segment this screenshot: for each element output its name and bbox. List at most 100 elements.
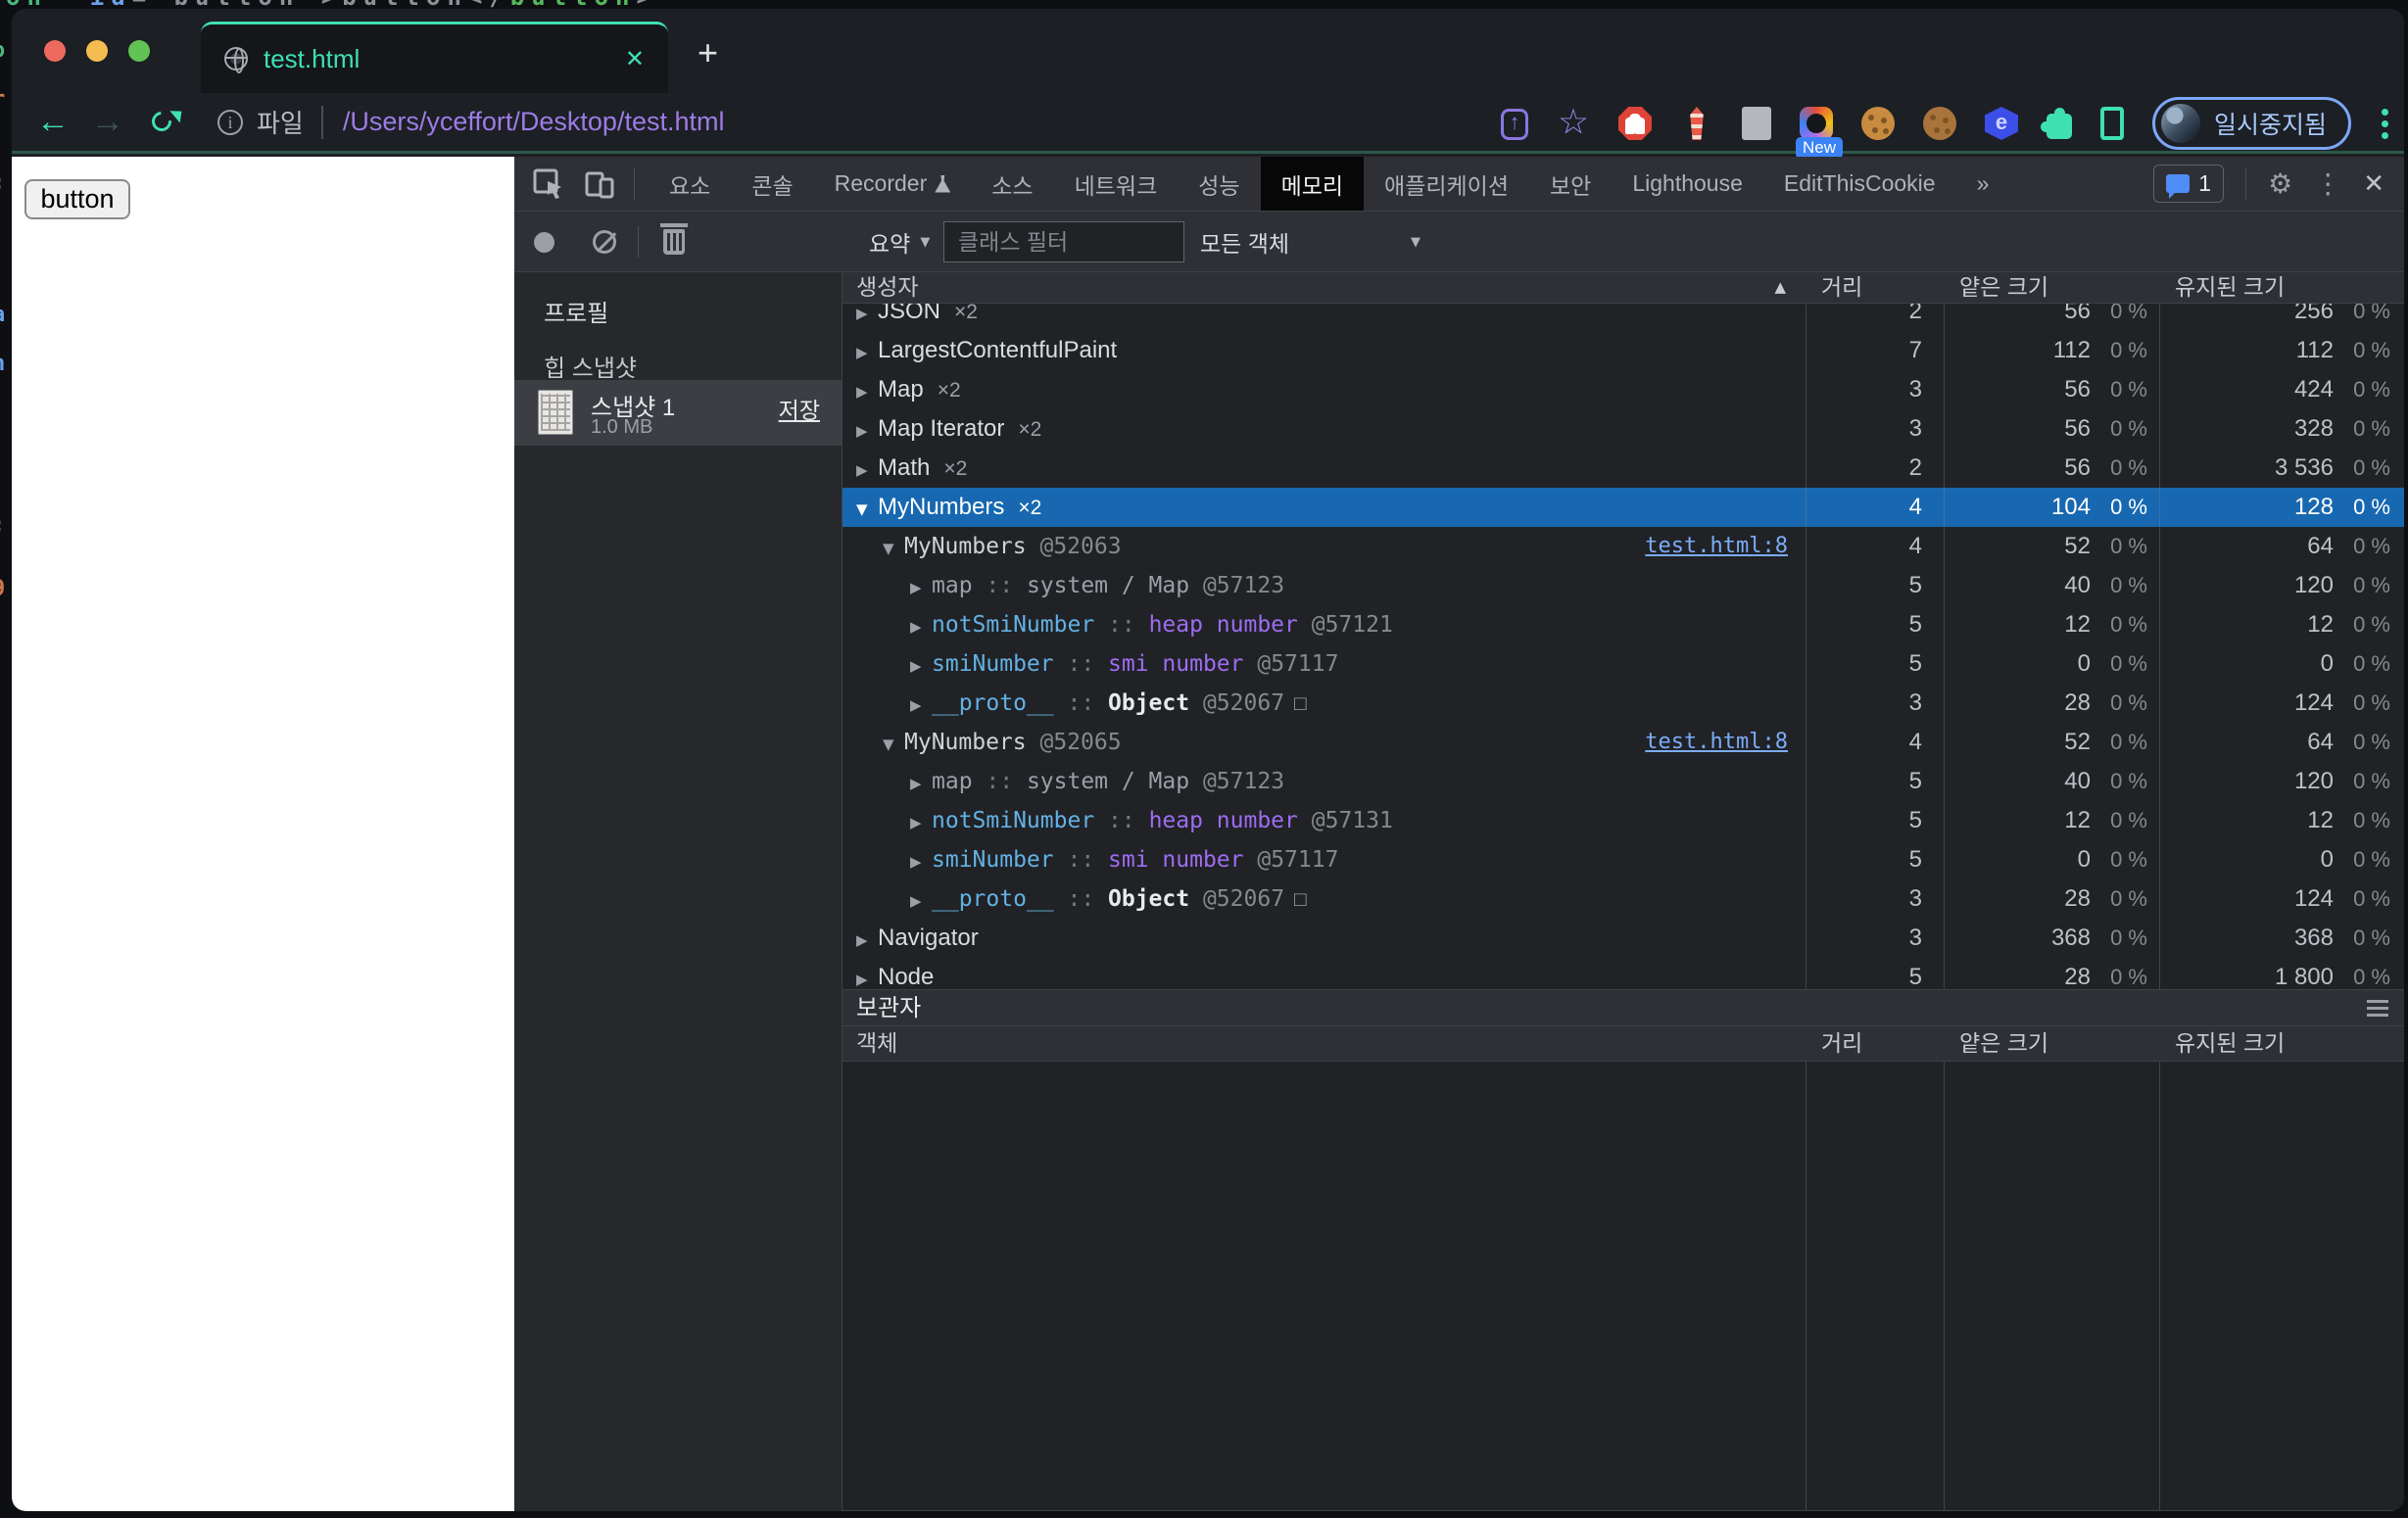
window-zoom-button[interactable] [128, 40, 150, 62]
gray-square-extension-icon[interactable] [1741, 107, 1771, 140]
instance-row[interactable]: ▼ MyNumbers @52065 test.html:8 4 52 0 % 64 0 % [843, 723, 2404, 762]
devtools-menu-kebab-icon[interactable]: ⋮ [2314, 167, 2341, 200]
cookie-extension-icon[interactable] [1860, 107, 1895, 140]
perspective-select[interactable]: 요약 ▼ [869, 212, 930, 272]
devtools-close-icon[interactable]: ✕ [2363, 169, 2384, 199]
retainers-menu-icon[interactable] [2367, 1000, 2388, 1017]
devtools-tab-»[interactable]: » [1956, 157, 2010, 211]
adblock-extension-icon[interactable] [1617, 107, 1652, 140]
property-row[interactable]: ▶ notSmiNumber :: heap number @57121 5 12 0 … [843, 605, 2404, 644]
expand-arrow-icon[interactable]: ▶ [856, 372, 878, 409]
class-filter-input[interactable] [943, 221, 1184, 262]
inspect-element-icon[interactable] [532, 167, 565, 201]
forward-button[interactable]: → [80, 103, 135, 141]
column-header-object[interactable]: 객체 [843, 1026, 1807, 1062]
share-extension-icon[interactable] [1500, 108, 1528, 140]
column-header-retained-size[interactable]: 유지된 크기 [2161, 1026, 2404, 1062]
expand-arrow-icon[interactable]: ▶ [910, 764, 932, 801]
column-header-shallow-size[interactable]: 얕은 크기 [1946, 1026, 2161, 1062]
expand-arrow-icon[interactable]: ▶ [910, 842, 932, 879]
snapshot-save-link[interactable]: 저장 [779, 392, 820, 425]
instance-row[interactable]: ▼ MyNumbers @52063 test.html:8 4 52 0 % 64 0 % [843, 527, 2404, 566]
frame-extension-icon[interactable] [2099, 107, 2124, 140]
clear-profiles-icon[interactable] [593, 230, 616, 254]
expand-arrow-icon[interactable]: ▶ [910, 646, 932, 684]
column-header-distance[interactable]: 거리 [1807, 272, 1946, 304]
expand-arrow-icon[interactable]: ▶ [910, 803, 932, 840]
chevron-down-icon[interactable]: ▼ [1411, 235, 1421, 250]
window-close-button[interactable] [44, 40, 66, 62]
objects-select[interactable]: 모든 객체 [1200, 212, 1289, 272]
devtools-tab-요소[interactable]: 요소 [649, 157, 731, 211]
constructor-row[interactable]: ▶ Map Iterator ×2 3 56 0 % 328 0 % [843, 409, 2404, 449]
expand-arrow-icon[interactable]: ▶ [910, 686, 932, 723]
expand-arrow-icon[interactable]: ▶ [910, 568, 932, 605]
browser-menu-kebab-icon[interactable] [2382, 108, 2388, 139]
devtools-tab-콘솔[interactable]: 콘솔 [731, 157, 813, 211]
collapse-arrow-icon[interactable]: ▼ [856, 490, 878, 527]
constructor-row[interactable]: ▶ LargestContentfulPaint 7 112 0 % 112 0 % [843, 331, 2404, 370]
property-row[interactable]: ▶ smiNumber :: smi number @57117 5 0 0 % 0 0 % [843, 644, 2404, 684]
record-heap-snapshot-button[interactable] [534, 232, 554, 253]
back-button[interactable]: ← [25, 103, 80, 141]
page-button[interactable]: button [24, 179, 130, 219]
source-link[interactable]: test.html:8 [1645, 723, 1788, 762]
expand-arrow-icon[interactable]: ▶ [910, 607, 932, 644]
window-minimize-button[interactable] [86, 40, 108, 62]
profile-chip[interactable]: 일시중지됨 [2151, 97, 2351, 150]
column-header-shallow-size[interactable]: 얕은 크기 [1946, 272, 2161, 304]
constructor-row[interactable]: ▶ JSON ×2 2 56 0 % 256 0 % [843, 304, 2404, 331]
column-header-retained-size[interactable]: 유지된 크기 [2161, 272, 2404, 304]
property-row[interactable]: ▶ map :: system / Map @57123 5 40 0 % 120 0 % [843, 566, 2404, 605]
cookie-bite-extension-icon[interactable] [1922, 107, 1956, 140]
device-toolbar-icon[interactable] [583, 167, 616, 201]
collapse-arrow-icon[interactable]: ▼ [883, 529, 904, 566]
column-header-distance[interactable]: 거리 [1807, 1026, 1946, 1062]
settings-gear-icon[interactable]: ⚙ [2268, 167, 2292, 200]
constructor-row[interactable]: ▶ Node 5 28 0 % 1 800 0 % [843, 958, 2404, 989]
issues-badge[interactable]: 1 [2153, 165, 2225, 203]
devtools-tab-애플리케이션[interactable]: 애플리케이션 [1364, 157, 1529, 211]
delete-snapshot-trash-icon[interactable] [660, 223, 688, 255]
source-link[interactable]: test.html:8 [1645, 527, 1788, 566]
reveal-box-icon[interactable]: □ [1294, 692, 1307, 715]
expand-arrow-icon[interactable]: ▶ [856, 411, 878, 449]
constructor-row[interactable]: ▼ MyNumbers ×2 4 104 0 % 128 0 % [843, 488, 2404, 527]
edge-extension-icon[interactable] [1984, 107, 2018, 140]
reveal-box-icon[interactable]: □ [1294, 888, 1307, 911]
expand-arrow-icon[interactable]: ▶ [856, 304, 878, 331]
constructor-row[interactable]: ▶ Map ×2 3 56 0 % 424 0 % [843, 370, 2404, 409]
property-row[interactable]: ▶ __proto__ :: Object @52067 □ 3 28 0 % 124 0 % [843, 879, 2404, 919]
property-row[interactable]: ▶ notSmiNumber :: heap number @57131 5 12 0 … [843, 801, 2404, 840]
devtools-tab-Lighthouse[interactable]: Lighthouse [1612, 157, 1763, 211]
devtools-tab-EditThisCookie[interactable]: EditThisCookie [1763, 157, 1956, 211]
collapse-arrow-icon[interactable]: ▼ [883, 725, 904, 762]
devtools-tab-메모리[interactable]: 메모리 [1260, 157, 1365, 211]
browser-tab[interactable]: test.html ✕ [201, 22, 668, 93]
expand-arrow-icon[interactable]: ▶ [910, 881, 932, 919]
devtools-tab-성능[interactable]: 성능 [1178, 157, 1260, 211]
devtools-tab-네트워크[interactable]: 네트워크 [1054, 157, 1179, 211]
address-url[interactable]: /Users/yceffort/Desktop/test.html [343, 107, 725, 137]
new-tab-button[interactable]: + [698, 35, 718, 71]
info-icon[interactable]: i [217, 109, 243, 135]
snapshot-list-item[interactable]: 스냅샷 1 1.0 MB 저장 [514, 380, 842, 446]
property-row[interactable]: ▶ __proto__ :: Object @52067 □ 3 28 0 % 124 0 % [843, 684, 2404, 723]
tab-close-icon[interactable]: ✕ [625, 45, 645, 73]
expand-arrow-icon[interactable]: ▶ [856, 451, 878, 488]
column-header-constructor[interactable]: 생성자 ▲ [843, 272, 1807, 304]
reload-button[interactable] [135, 103, 190, 142]
expand-arrow-icon[interactable]: ▶ [856, 960, 878, 989]
screen-recorder-extension-icon[interactable]: New [1795, 107, 1843, 159]
constructor-row[interactable]: ▶ Math ×2 2 56 0 % 3 536 0 % [843, 449, 2404, 488]
property-row[interactable]: ▶ map :: system / Map @57123 5 40 0 % 120 0 % [843, 762, 2404, 801]
lighthouse-extension-icon[interactable] [1690, 107, 1704, 140]
property-row[interactable]: ▶ smiNumber :: smi number @57117 5 0 0 % 0 0 % [843, 840, 2404, 879]
expand-arrow-icon[interactable]: ▶ [856, 333, 878, 370]
puzzle-extension-icon[interactable] [2040, 108, 2072, 139]
devtools-tab-Recorder[interactable]: Recorder [814, 157, 972, 211]
devtools-tab-보안[interactable]: 보안 [1529, 157, 1612, 211]
constructor-row[interactable]: ▶ Navigator 3 368 0 % 368 0 % [843, 919, 2404, 958]
bookmark-star-extension-icon[interactable] [1557, 107, 1590, 140]
expand-arrow-icon[interactable]: ▶ [856, 921, 878, 958]
